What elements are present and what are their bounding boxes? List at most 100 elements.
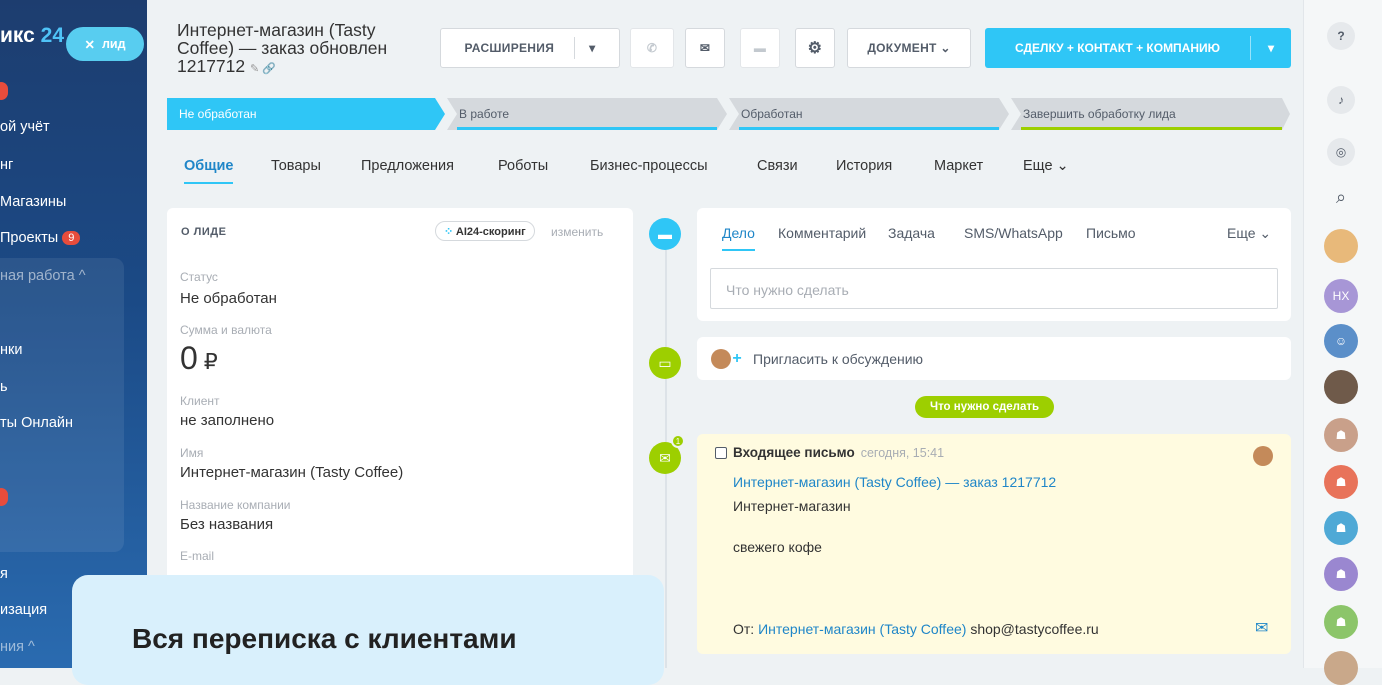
tab-letter[interactable]: Письмо bbox=[1086, 225, 1136, 241]
sidebar-item-org[interactable]: изация bbox=[0, 602, 47, 618]
status-value[interactable]: Не обработан bbox=[180, 290, 277, 307]
chevron-down-icon[interactable]: ▾ bbox=[1251, 41, 1291, 55]
mail-subject-link[interactable]: Интернет-магазин (Tasty Coffee) — заказ … bbox=[733, 474, 1056, 490]
change-link[interactable]: изменить bbox=[551, 225, 603, 239]
bell-icon[interactable]: ♪ bbox=[1327, 86, 1355, 114]
mail-header: Входящее письмо сегодня, 15:41 bbox=[715, 445, 944, 460]
avatar bbox=[711, 348, 731, 369]
extensions-button[interactable]: РАСШИРЕНИЯ ▾ bbox=[440, 28, 620, 68]
edit-icon[interactable]: ✎ 🔗 bbox=[250, 63, 276, 75]
chevron-down-icon: ⌄ bbox=[1259, 225, 1272, 241]
document-button[interactable]: ДОКУМЕНТ ⌄ bbox=[847, 28, 971, 68]
tab-market[interactable]: Маркет bbox=[934, 158, 983, 174]
stage-finish[interactable]: Завершить обработку лида bbox=[1011, 98, 1281, 130]
stage-bar: Не обработан В работе Обработан Завершит… bbox=[167, 98, 1290, 130]
ai-icon: ⁘ bbox=[444, 226, 454, 238]
activity-editor: Дело Комментарий Задача SMS/WhatsApp Пис… bbox=[697, 208, 1291, 321]
company-value[interactable]: Без названия bbox=[180, 516, 273, 533]
invite-button[interactable]: + Пригласить к обсуждению bbox=[697, 337, 1291, 380]
mail-button[interactable]: ✉ bbox=[685, 28, 725, 68]
chat-button[interactable]: ▬ bbox=[740, 28, 780, 68]
mail-checkbox[interactable] bbox=[715, 446, 727, 459]
chevron-down-icon: ⌄ bbox=[1056, 158, 1069, 174]
tab-task[interactable]: Задача bbox=[888, 225, 935, 241]
todo-pill[interactable]: Что нужно сделать bbox=[915, 396, 1055, 418]
sum-label: Сумма и валюта bbox=[180, 323, 272, 337]
sum-value[interactable]: 0 ₽ bbox=[180, 340, 218, 377]
caption-overlay: Вся переписка с клиентами bbox=[72, 575, 664, 685]
chevron-down-icon: ⌄ bbox=[940, 41, 951, 55]
sidebar-item-2[interactable]: ь bbox=[0, 379, 8, 395]
company-label: Название компании bbox=[180, 498, 291, 512]
chevron-down-icon: ▾ bbox=[589, 41, 596, 55]
group-chat-icon[interactable]: ☺ bbox=[1324, 324, 1358, 358]
incoming-mail-card[interactable]: Входящее письмо сегодня, 15:41 Интернет-… bbox=[697, 434, 1291, 654]
tab-sms[interactable]: SMS/WhatsApp bbox=[964, 225, 1063, 241]
right-rail: ? ♪ ◎ ⌕ НХ ☺ ☗ ☗ ☗ ☗ ☗ bbox=[1303, 0, 1382, 685]
name-value[interactable]: Интернет-магазин (Tasty Coffee) bbox=[180, 464, 403, 481]
sidebar-item-online[interactable]: ты Онлайн bbox=[0, 415, 73, 431]
user-icon[interactable]: ☗ bbox=[1324, 418, 1358, 452]
user-icon[interactable]: ☗ bbox=[1324, 557, 1358, 591]
email-label: E-mail bbox=[180, 549, 215, 563]
sender-link[interactable]: Интернет-магазин (Tasty Coffee) bbox=[758, 621, 966, 637]
tab-robots[interactable]: Роботы bbox=[498, 158, 548, 174]
tab-activity-more[interactable]: Еще ⌄ bbox=[1227, 225, 1271, 242]
tab-business-processes[interactable]: Бизнес-процессы bbox=[590, 158, 708, 174]
tab-history[interactable]: История bbox=[836, 158, 892, 174]
notification-dot bbox=[0, 82, 8, 100]
stage-in-progress[interactable]: В работе bbox=[447, 98, 717, 130]
ai-scoring-pill[interactable]: ⁘ AI24-скоринг bbox=[435, 221, 535, 241]
user-icon[interactable]: ☗ bbox=[1324, 605, 1358, 639]
caption-text: Вся переписка с клиентами bbox=[132, 623, 517, 654]
sidebar-group-header[interactable]: ная работа ^ bbox=[0, 268, 86, 284]
tab-links[interactable]: Связи bbox=[757, 158, 798, 174]
logo: икс 24 bbox=[0, 24, 65, 47]
sidebar-item-settings[interactable]: ния ^ bbox=[0, 639, 35, 655]
tab-offers[interactable]: Предложения bbox=[361, 158, 454, 174]
stage-processed[interactable]: Обработан bbox=[729, 98, 999, 130]
user-icon[interactable]: ☗ bbox=[1324, 511, 1358, 545]
activity-icon: ▬ bbox=[649, 218, 681, 250]
avatar[interactable] bbox=[1324, 229, 1358, 263]
client-value[interactable]: не заполнено bbox=[180, 412, 274, 429]
lead-card-heading: О ЛИДЕ bbox=[181, 226, 227, 238]
tab-comment[interactable]: Комментарий bbox=[778, 225, 866, 241]
stage-new[interactable]: Не обработан bbox=[167, 98, 437, 130]
search-icon[interactable]: ⌕ bbox=[1324, 180, 1358, 214]
page-title: Интернет-магазин (Tasty Coffee) — заказ … bbox=[177, 20, 388, 76]
tab-products[interactable]: Товары bbox=[271, 158, 321, 174]
settings-button[interactable]: ⚙ bbox=[795, 28, 835, 68]
phone-button[interactable]: ✆ bbox=[630, 28, 674, 68]
chat-icon: ▬ bbox=[753, 41, 767, 55]
client-label: Клиент bbox=[180, 394, 220, 408]
status-label: Статус bbox=[180, 270, 218, 284]
avatar[interactable] bbox=[1324, 651, 1358, 685]
reply-icon[interactable]: ✉ bbox=[1255, 618, 1268, 638]
convert-button[interactable]: СДЕЛКУ + КОНТАКТ + КОМПАНИЮ ▾ bbox=[985, 28, 1291, 68]
sidebar-item-accounting[interactable]: ой учёт bbox=[0, 119, 50, 135]
timeline: ▬ ▭ ✉ 1 Дело Комментарий Задача SMS/What… bbox=[649, 208, 1291, 668]
chat-icon[interactable]: ◎ bbox=[1327, 138, 1355, 166]
phone-icon: ✆ bbox=[646, 41, 658, 55]
help-icon[interactable]: ? bbox=[1327, 22, 1355, 50]
sidebar-item-1[interactable]: нки bbox=[0, 342, 22, 358]
main-area: Интернет-магазин (Tasty Coffee) — заказ … bbox=[147, 0, 1303, 668]
sidebar-item-projects[interactable]: Проекты 9 bbox=[0, 230, 81, 246]
tab-more[interactable]: Еще ⌄ bbox=[1023, 158, 1069, 174]
tab-deal[interactable]: Дело bbox=[722, 225, 755, 251]
tab-general[interactable]: Общие bbox=[184, 158, 234, 184]
left-sidebar: икс 24 ой учёт нг Магазины Проекты 9 ная … bbox=[0, 0, 147, 668]
close-lead-pill[interactable]: ✕ лид bbox=[66, 27, 144, 61]
mail-line-2: свежего кофе bbox=[733, 539, 822, 555]
user-icon[interactable]: ☗ bbox=[1324, 465, 1358, 499]
sidebar-item-marketing[interactable]: нг bbox=[0, 157, 13, 173]
todo-input[interactable]: Что нужно сделать bbox=[710, 268, 1278, 309]
avatar[interactable] bbox=[1324, 370, 1358, 404]
plus-icon: + bbox=[729, 350, 745, 367]
avatar-hx[interactable]: НХ bbox=[1324, 279, 1358, 313]
sidebar-item-stores[interactable]: Магазины bbox=[0, 194, 66, 210]
sidebar-item-3[interactable]: я bbox=[0, 566, 8, 582]
mail-from: От: Интернет-магазин (Tasty Coffee) shop… bbox=[733, 621, 1099, 637]
mail-counter: 1 bbox=[671, 434, 685, 448]
